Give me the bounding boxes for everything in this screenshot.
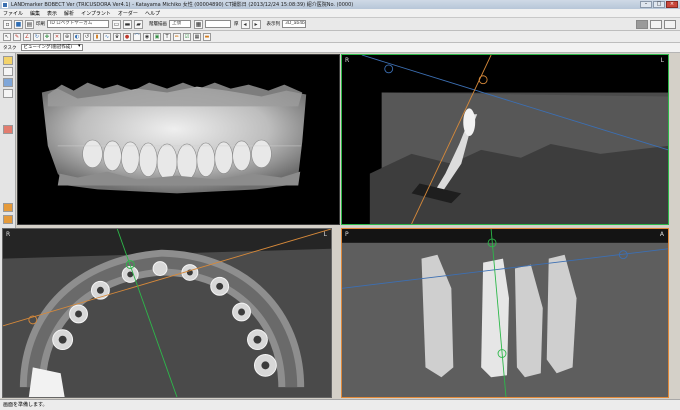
sagittal-right-label: A xyxy=(659,231,664,238)
axial-right-label: L xyxy=(323,231,327,238)
close-button[interactable]: × xyxy=(666,1,678,8)
print-label: 印刷 xyxy=(36,22,45,27)
angle-icon[interactable]: ∠ xyxy=(23,32,31,41)
grid-icon[interactable]: ▦ xyxy=(193,32,201,41)
tool-box-icon[interactable] xyxy=(3,203,13,212)
implant-icon[interactable]: ▮ xyxy=(93,32,101,41)
folder-icon-2[interactable]: ▬ xyxy=(203,32,211,41)
axial-slice-image xyxy=(3,229,331,397)
viewport-3d[interactable] xyxy=(17,54,340,225)
menu-order[interactable]: オーダー xyxy=(118,10,138,17)
viewport-axial[interactable]: R L xyxy=(2,228,332,398)
maximize-button[interactable]: □ xyxy=(653,1,665,8)
axial-left-label: R xyxy=(6,231,11,238)
layer-icon[interactable]: ▣ xyxy=(153,32,161,41)
database-icon[interactable] xyxy=(3,78,13,87)
delete-icon[interactable]: ✕ xyxy=(53,32,61,41)
menu-analysis[interactable]: 解析 xyxy=(64,10,74,17)
open-icon[interactable]: ▭ xyxy=(112,19,121,29)
slice-field[interactable] xyxy=(205,20,231,28)
status-text: 画面を準備します。 xyxy=(3,402,48,408)
layout-icon[interactable]: ▦ xyxy=(194,19,203,29)
checklist-icon[interactable]: ☑ xyxy=(183,32,191,41)
window-controls: – □ × xyxy=(640,1,678,8)
task-bar: タスク ビューイング(歯冠作成) xyxy=(0,43,680,53)
coronal-slice-image xyxy=(361,55,668,224)
display-label: 表示列 xyxy=(266,22,281,27)
grid-button[interactable] xyxy=(650,20,662,29)
export-box-icon[interactable] xyxy=(3,215,13,224)
reset-icon[interactable]: ↺ xyxy=(83,32,91,41)
rotate-icon[interactable]: ↻ xyxy=(33,32,41,41)
coronal-right-label: L xyxy=(660,57,664,64)
tools-toolbar: ↖ ✎ ∠ ↻ ✥ ✕ ⊕ ◐ ↺ ▮ ∿ ♛ ● ⌒ ◉ ▣ T ✏ ☑ ▦ … xyxy=(0,31,680,43)
3d-render xyxy=(41,82,307,194)
window-title: LANDmarker BOBECT Ver (TRICUSDORA Ver4.1… xyxy=(11,2,354,8)
list-icon[interactable] xyxy=(3,89,13,98)
slice-down-icon[interactable]: ◂ xyxy=(240,19,250,29)
viewport-coronal[interactable]: R L xyxy=(341,54,669,225)
status-bar: 画面を準備します。 xyxy=(0,399,680,410)
menu-edit[interactable]: 編集 xyxy=(30,10,40,17)
marker-icon[interactable]: ● xyxy=(123,32,131,41)
menu-file[interactable]: ファイル xyxy=(3,10,23,17)
coronal-left-label: R xyxy=(345,57,350,64)
viewport-sagittal[interactable]: P A xyxy=(341,228,669,398)
measure-icon[interactable]: ✎ xyxy=(13,32,21,41)
nerve-icon[interactable]: ∿ xyxy=(103,32,111,41)
task-select[interactable]: ビューイング(歯冠作成) xyxy=(20,44,83,51)
printer-icon[interactable]: ▤ xyxy=(25,19,34,29)
slice-label: 厚 xyxy=(234,22,239,27)
window-label: 階層描画 xyxy=(149,22,167,27)
camera-icon[interactable]: ◉ xyxy=(143,32,151,41)
task-label: タスク xyxy=(3,45,17,51)
new-icon[interactable]: ▫ xyxy=(3,19,12,29)
window-select[interactable]: 上顎 xyxy=(169,20,191,28)
pointer-icon[interactable]: ↖ xyxy=(3,32,11,41)
menu-bar: ファイル 編集 表示 解析 インプラント オーダー ヘルプ xyxy=(0,9,680,18)
crown-icon[interactable]: ♛ xyxy=(113,32,121,41)
save-icon[interactable]: ■ xyxy=(14,19,23,29)
settings-button[interactable] xyxy=(664,20,676,29)
title-bar: LANDmarker BOBECT Ver (TRICUSDORA Ver4.1… xyxy=(0,0,680,9)
text-icon[interactable]: T xyxy=(163,32,171,41)
pencil-icon[interactable]: ✏ xyxy=(173,32,181,41)
menu-help[interactable]: ヘルプ xyxy=(145,10,160,17)
contrast-icon[interactable]: ◐ xyxy=(73,32,81,41)
menu-implant[interactable]: インプラント xyxy=(81,10,111,17)
slice-up-icon[interactable]: ▸ xyxy=(251,19,261,29)
zoom-icon[interactable]: ⊕ xyxy=(63,32,71,41)
right-toolbar-group xyxy=(636,20,676,29)
alert-icon[interactable] xyxy=(3,125,13,134)
panel-toggle-button[interactable] xyxy=(636,20,648,29)
menu-view[interactable]: 表示 xyxy=(47,10,57,17)
display-select[interactable]: 3D_ab4b1 xyxy=(282,20,306,28)
main-toolbar: ▫ ■ ▤ 印刷 ID ロペクトヤーカム ▭ ▬ ▰ 階層描画 上顎 ▦ 厚 ◂… xyxy=(0,18,680,31)
minimize-button[interactable]: – xyxy=(640,1,652,8)
curve-icon[interactable]: ⌒ xyxy=(133,32,141,41)
app-icon xyxy=(2,1,8,8)
sagittal-left-label: P xyxy=(345,231,349,238)
patient-folder-icon[interactable] xyxy=(3,56,13,65)
pan-icon[interactable]: ✥ xyxy=(43,32,51,41)
document-icon[interactable] xyxy=(3,67,13,76)
sagittal-slice-image xyxy=(342,229,668,397)
export-icon[interactable]: ▰ xyxy=(134,19,143,29)
patient-field[interactable]: ID ロペクトヤーカム xyxy=(47,20,109,28)
folder-icon[interactable]: ▬ xyxy=(123,19,132,29)
